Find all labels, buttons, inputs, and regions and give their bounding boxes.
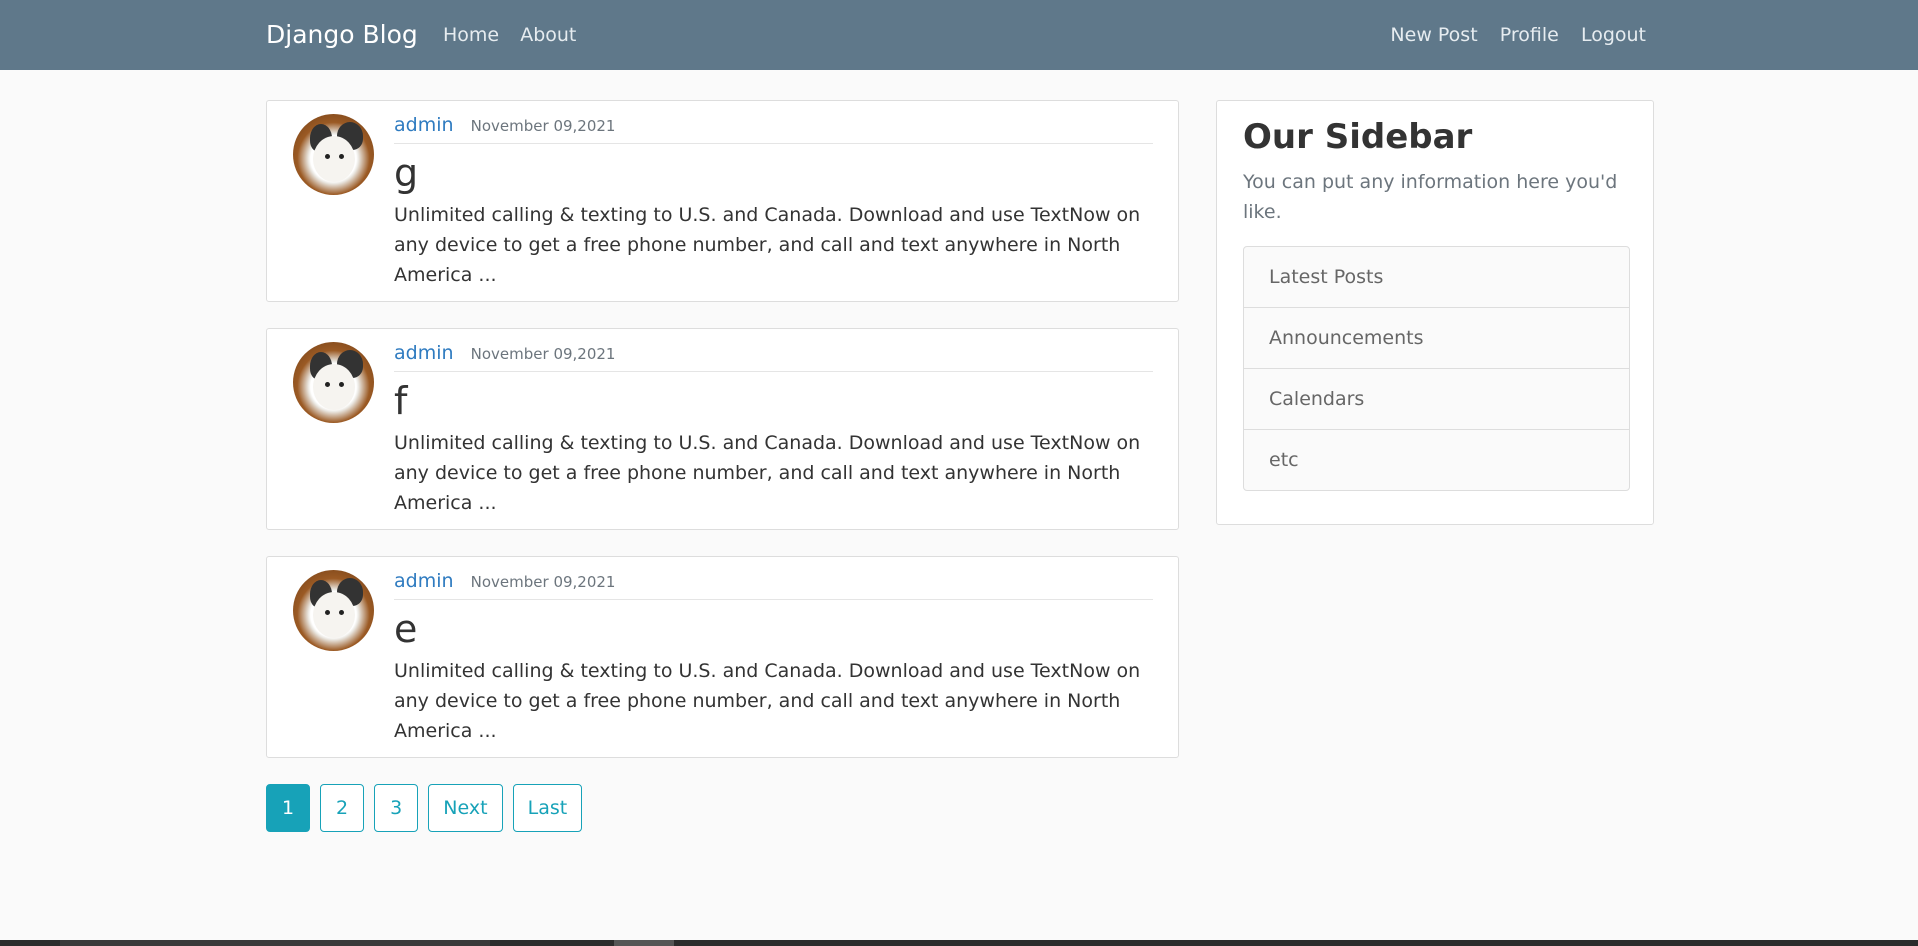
nav-right: New Post Profile Logout (1373, 24, 1646, 46)
post-title-link[interactable]: e (394, 606, 1153, 652)
post-card: admin November 09,2021 f Unlimited calli… (266, 328, 1179, 530)
page-2-button[interactable]: 2 (320, 784, 365, 832)
post-date: November 09,2021 (470, 345, 616, 363)
sidebar-item-announcements[interactable]: Announcements (1244, 308, 1629, 369)
avatar-detail (339, 610, 344, 615)
post-meta: admin November 09,2021 (394, 570, 1153, 600)
sidebar-item-latest-posts[interactable]: Latest Posts (1244, 247, 1629, 308)
post-card: admin November 09,2021 e Unlimited calli… (266, 556, 1179, 758)
page-1-button[interactable]: 1 (266, 784, 310, 832)
page-3-button[interactable]: 3 (374, 784, 419, 832)
post-content: Unlimited calling & texting to U.S. and … (394, 204, 1141, 286)
post-body: admin November 09,2021 e Unlimited calli… (394, 570, 1153, 746)
avatar (293, 114, 374, 195)
avatar-detail (325, 382, 330, 387)
avatar-face (313, 592, 355, 638)
sidebar-description: You can put any information here you'd l… (1243, 171, 1618, 223)
post-card: admin November 09,2021 g Unlimited calli… (266, 100, 1179, 302)
nav-new-post-link[interactable]: New Post (1390, 24, 1477, 46)
sidebar-title: Our Sidebar (1243, 117, 1473, 157)
sidebar-item-etc[interactable]: etc (1244, 430, 1629, 490)
post-title-link[interactable]: g (394, 150, 1153, 196)
post-body: admin November 09,2021 f Unlimited calli… (394, 342, 1153, 518)
nav-about-link[interactable]: About (520, 24, 576, 46)
avatar-face (313, 364, 355, 410)
post-author-link[interactable]: admin (394, 570, 454, 592)
taskbar-segment (60, 940, 490, 946)
avatar-face (313, 136, 355, 182)
post-date: November 09,2021 (470, 573, 616, 591)
post-list: admin November 09,2021 g Unlimited calli… (266, 100, 1179, 784)
taskbar-segment (614, 940, 674, 946)
post-author-link[interactable]: admin (394, 114, 454, 136)
nav-logout-link[interactable]: Logout (1581, 24, 1646, 46)
nav-profile-link[interactable]: Profile (1500, 24, 1559, 46)
taskbar-strip (0, 940, 1918, 946)
avatar (293, 342, 374, 423)
avatar-detail (339, 382, 344, 387)
pagination: 1 2 3 Next Last (266, 784, 587, 832)
sidebar-item-calendars[interactable]: Calendars (1244, 369, 1629, 430)
nav-left: Home About (443, 24, 592, 46)
post-title-link[interactable]: f (394, 378, 1153, 424)
avatar-detail (325, 610, 330, 615)
avatar-detail (339, 154, 344, 159)
post-author-link[interactable]: admin (394, 342, 454, 364)
nav-home-link[interactable]: Home (443, 24, 499, 46)
sidebar-list: Latest Posts Announcements Calendars etc (1243, 246, 1630, 491)
avatar-detail (325, 154, 330, 159)
post-body: admin November 09,2021 g Unlimited calli… (394, 114, 1153, 290)
post-content: Unlimited calling & texting to U.S. and … (394, 432, 1141, 514)
brand-link[interactable]: Django Blog (266, 20, 418, 49)
post-meta: admin November 09,2021 (394, 342, 1153, 372)
post-content: Unlimited calling & texting to U.S. and … (394, 660, 1141, 742)
next-page-button[interactable]: Next (428, 784, 503, 832)
last-page-button[interactable]: Last (512, 784, 583, 832)
post-meta: admin November 09,2021 (394, 114, 1153, 144)
navbar: Django Blog Home About New Post Profile … (0, 0, 1918, 70)
post-date: November 09,2021 (470, 117, 616, 135)
sidebar: Our Sidebar You can put any information … (1216, 100, 1654, 525)
avatar (293, 570, 374, 651)
